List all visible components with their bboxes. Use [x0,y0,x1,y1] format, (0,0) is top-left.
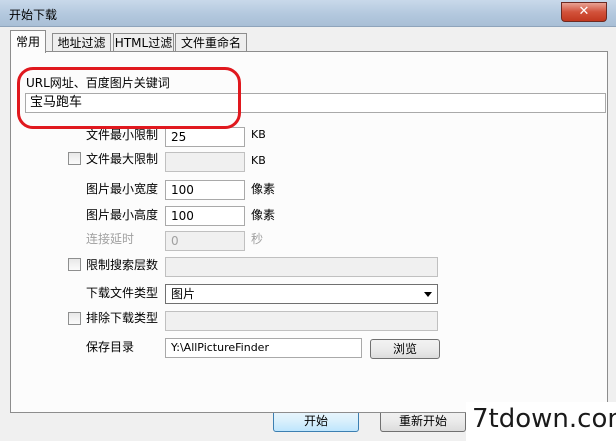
url-keyword-input[interactable]: 宝马跑车 [25,93,606,113]
min-image-width-label: 图片最小宽度 [86,182,159,196]
limit-search-depth-label: 限制搜索层数 [86,258,159,272]
min-file-size-unit: KB [251,128,266,141]
connect-delay-unit: 秒 [251,232,264,246]
min-image-width-input[interactable]: 100 [165,180,245,200]
download-file-type-select[interactable]: 图片 [165,284,438,304]
min-image-width-unit: 像素 [251,182,276,196]
max-file-size-input[interactable] [165,152,245,172]
exclude-download-type-label: 排除下载类型 [86,311,159,325]
watermark: 7tdown.com [466,402,616,441]
min-file-size-input[interactable]: 25 [165,127,245,147]
min-image-height-label: 图片最小高度 [86,208,159,222]
download-file-type-value: 图片 [171,287,196,301]
max-file-size-label: 文件最大限制 [86,152,159,166]
min-file-size-label: 文件最小限制 [86,128,159,142]
download-file-type-label: 下载文件类型 [86,286,159,300]
min-image-height-input[interactable]: 100 [165,206,245,226]
watermark-text: 7tdown.com [472,404,616,434]
max-file-size-unit: KB [251,154,266,167]
url-label: URL网址、百度图片关键词 [26,76,170,90]
max-file-size-checkbox[interactable] [68,152,81,165]
limit-search-depth-input[interactable] [165,257,438,277]
connect-delay-input[interactable]: 0 [165,231,245,251]
save-directory-input[interactable]: Y:\AllPictureFinder [165,338,362,358]
connect-delay-label: 连接延时 [86,232,135,246]
exclude-download-type-input[interactable] [165,311,438,331]
download-dialog: 开始下载 ✕ 常用 地址过滤 HTML过滤 文件重命名 URL网址、百度图片关键… [0,0,616,441]
exclude-download-type-checkbox[interactable] [68,312,81,325]
limit-search-depth-checkbox[interactable] [68,258,81,271]
chevron-down-icon [424,292,432,297]
browse-button[interactable]: 浏览 [370,339,440,359]
save-directory-label: 保存目录 [86,340,135,354]
min-image-height-unit: 像素 [251,208,276,222]
